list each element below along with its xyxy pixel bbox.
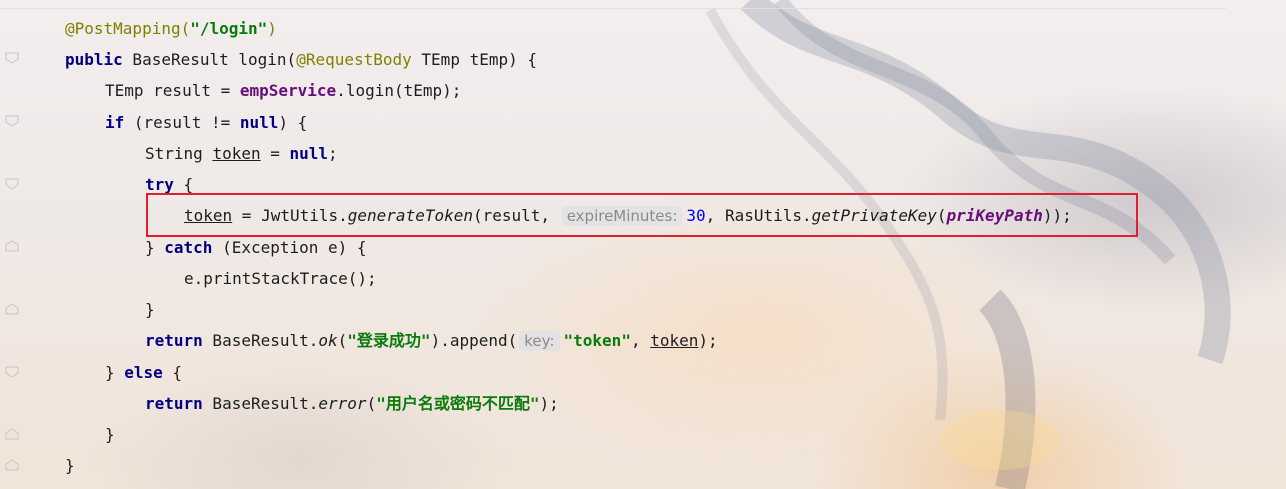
code-token: TEmp result = bbox=[105, 81, 240, 100]
code-token: ; bbox=[328, 144, 338, 163]
code-token: "用户名或密码不匹配" bbox=[376, 394, 540, 413]
highlight-box bbox=[146, 193, 1138, 237]
code-token: { bbox=[162, 363, 183, 382]
code-token: TEmp tEmp) { bbox=[411, 50, 538, 69]
code-token: token bbox=[212, 144, 261, 163]
fold-marker-icon[interactable] bbox=[5, 178, 19, 190]
code-line[interactable]: } bbox=[65, 455, 75, 477]
code-token: BaseResult. bbox=[202, 331, 319, 350]
code-line[interactable]: TEmp result = empService.login(tEmp); bbox=[105, 80, 461, 102]
code-token: ok bbox=[318, 331, 338, 350]
code-token: return bbox=[145, 331, 203, 350]
code-line[interactable]: } bbox=[145, 299, 155, 321]
code-token: token bbox=[650, 331, 699, 350]
code-line[interactable]: return BaseResult.ok("登录成功").append(key:… bbox=[145, 330, 718, 352]
code-token: ).append( bbox=[430, 331, 518, 350]
code-line[interactable]: } else { bbox=[105, 362, 182, 384]
code-line[interactable]: return BaseResult.error("用户名或密码不匹配"); bbox=[145, 393, 559, 415]
fold-marker-icon[interactable] bbox=[5, 240, 19, 252]
code-token: @RequestBody bbox=[296, 50, 412, 69]
code-token: BaseResult login( bbox=[122, 50, 297, 69]
code-token: ( bbox=[337, 331, 348, 350]
code-token: @PostMapping( bbox=[65, 19, 191, 38]
code-token: ); bbox=[539, 394, 559, 413]
code-token: } bbox=[145, 300, 155, 319]
code-line[interactable]: String token = null; bbox=[145, 143, 338, 165]
code-token: if bbox=[105, 113, 125, 132]
code-token: catch bbox=[164, 238, 213, 257]
code-token: } bbox=[65, 456, 75, 475]
code-token: ) bbox=[267, 19, 277, 38]
code-token: null bbox=[239, 113, 279, 132]
code-token: public bbox=[65, 50, 123, 69]
code-token: "token" bbox=[563, 331, 631, 350]
code-token: .login(tEmp); bbox=[336, 81, 462, 100]
code-token: (Exception e) { bbox=[212, 238, 367, 257]
code-token: null bbox=[289, 144, 329, 163]
code-line[interactable]: if (result != null) { bbox=[105, 112, 307, 134]
fold-marker-icon[interactable] bbox=[5, 303, 19, 315]
fold-marker-icon[interactable] bbox=[5, 459, 19, 471]
fold-marker-icon[interactable] bbox=[5, 428, 19, 440]
code-token: } bbox=[105, 363, 125, 382]
code-token: "登录成功" bbox=[347, 331, 431, 350]
code-line[interactable]: e.printStackTrace(); bbox=[184, 268, 377, 290]
code-line[interactable]: public BaseResult login(@RequestBody TEm… bbox=[65, 49, 537, 71]
code-token: ) { bbox=[278, 113, 308, 132]
code-line[interactable]: @PostMapping("/login") bbox=[65, 18, 277, 40]
code-token: return bbox=[145, 394, 203, 413]
code-token: ( bbox=[366, 394, 377, 413]
background-artwork bbox=[705, 0, 1231, 489]
code-token: = bbox=[260, 144, 290, 163]
code-token: try bbox=[145, 175, 174, 194]
parameter-hint: key: bbox=[519, 331, 560, 351]
code-token: BaseResult. bbox=[202, 394, 319, 413]
code-token: empService bbox=[239, 81, 337, 100]
editor-gutter bbox=[0, 0, 40, 489]
fold-marker-icon[interactable] bbox=[5, 115, 19, 127]
code-line[interactable]: } catch (Exception e) { bbox=[145, 237, 367, 259]
code-line[interactable]: } bbox=[105, 424, 115, 446]
code-token: (result != bbox=[124, 113, 240, 132]
fold-marker-icon[interactable] bbox=[5, 366, 19, 378]
code-token: else bbox=[124, 363, 163, 382]
code-token: String bbox=[145, 144, 213, 163]
code-token: "/login" bbox=[190, 19, 268, 38]
code-token: , bbox=[630, 331, 651, 350]
code-token: { bbox=[173, 175, 194, 194]
editor-top-border bbox=[0, 8, 1226, 9]
code-token: } bbox=[145, 238, 165, 257]
code-token: error bbox=[318, 394, 367, 413]
fold-marker-icon[interactable] bbox=[5, 52, 19, 64]
code-token: e.printStackTrace(); bbox=[184, 269, 377, 288]
code-token: ); bbox=[698, 331, 718, 350]
code-token: } bbox=[105, 425, 115, 444]
